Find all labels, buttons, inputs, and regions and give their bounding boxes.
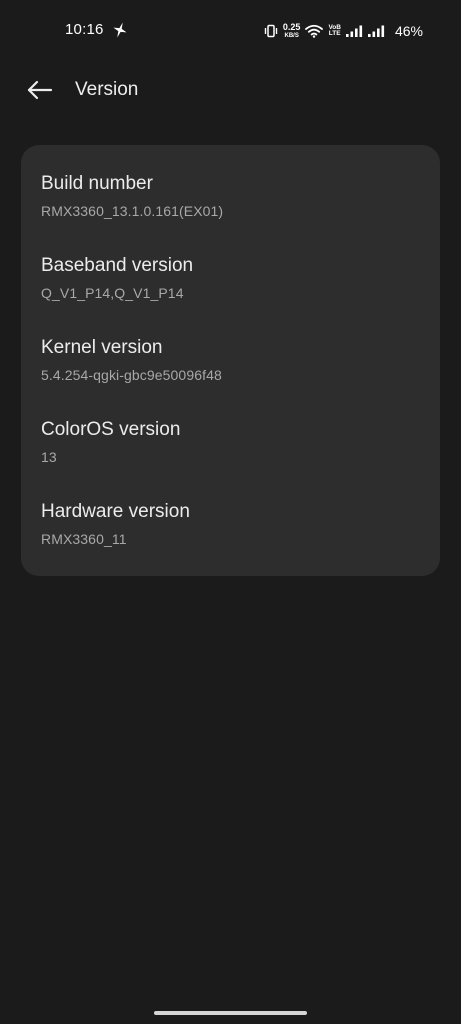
app-bar: Version — [0, 62, 461, 118]
list-item-value: Q_V1_P14,Q_V1_P14 — [41, 285, 184, 301]
status-icons: 0.25 KB/S VoB LTE 46% — [264, 20, 423, 42]
list-item-label: Hardware version — [41, 501, 190, 522]
list-item-build-number[interactable]: Build number RMX3360_13.1.0.161(EX01) — [21, 145, 440, 227]
volte-badge: VoB LTE — [328, 24, 341, 38]
wifi-icon — [305, 24, 324, 38]
list-item-value: RMX3360_13.1.0.161(EX01) — [41, 203, 224, 219]
vibrate-icon — [264, 24, 278, 38]
status-bar: 10:16 0.25 KB/S VoB LTE 46% — [0, 0, 461, 62]
list-item-label: Kernel version — [41, 337, 163, 358]
back-button[interactable] — [22, 74, 58, 106]
signal-icon — [345, 25, 363, 37]
version-list-card: Build number RMX3360_13.1.0.161(EX01) Ba… — [21, 145, 440, 576]
list-item-value: 13 — [41, 449, 57, 465]
network-speed-value: 0.25 — [282, 22, 301, 32]
sparkle-icon — [113, 22, 127, 38]
page-title: Version — [75, 79, 139, 100]
network-speed-unit: KB/S — [284, 33, 299, 39]
list-item-coloros-version[interactable]: ColorOS version 13 — [21, 391, 440, 473]
list-item-value: 5.4.254-qgki-gbc9e50096f48 — [41, 367, 222, 383]
gesture-nav-handle[interactable] — [154, 1011, 307, 1015]
volte-bottom: LTE — [328, 30, 341, 37]
signal-icon — [367, 25, 385, 37]
status-time: 10:16 — [65, 21, 104, 38]
list-item-kernel-version[interactable]: Kernel version 5.4.254-qgki-gbc9e50096f4… — [21, 309, 440, 391]
network-speed: 0.25 KB/S — [282, 22, 301, 40]
list-item-baseband-version[interactable]: Baseband version Q_V1_P14,Q_V1_P14 — [21, 227, 440, 309]
battery-percent: 46% — [394, 23, 423, 39]
arrow-left-icon — [27, 80, 53, 100]
list-item-label: Build number — [41, 173, 153, 194]
list-item-value: RMX3360_11 — [41, 531, 127, 547]
list-item-label: ColorOS version — [41, 419, 181, 440]
list-item-hardware-version[interactable]: Hardware version RMX3360_11 — [21, 473, 440, 555]
list-item-label: Baseband version — [41, 255, 194, 276]
